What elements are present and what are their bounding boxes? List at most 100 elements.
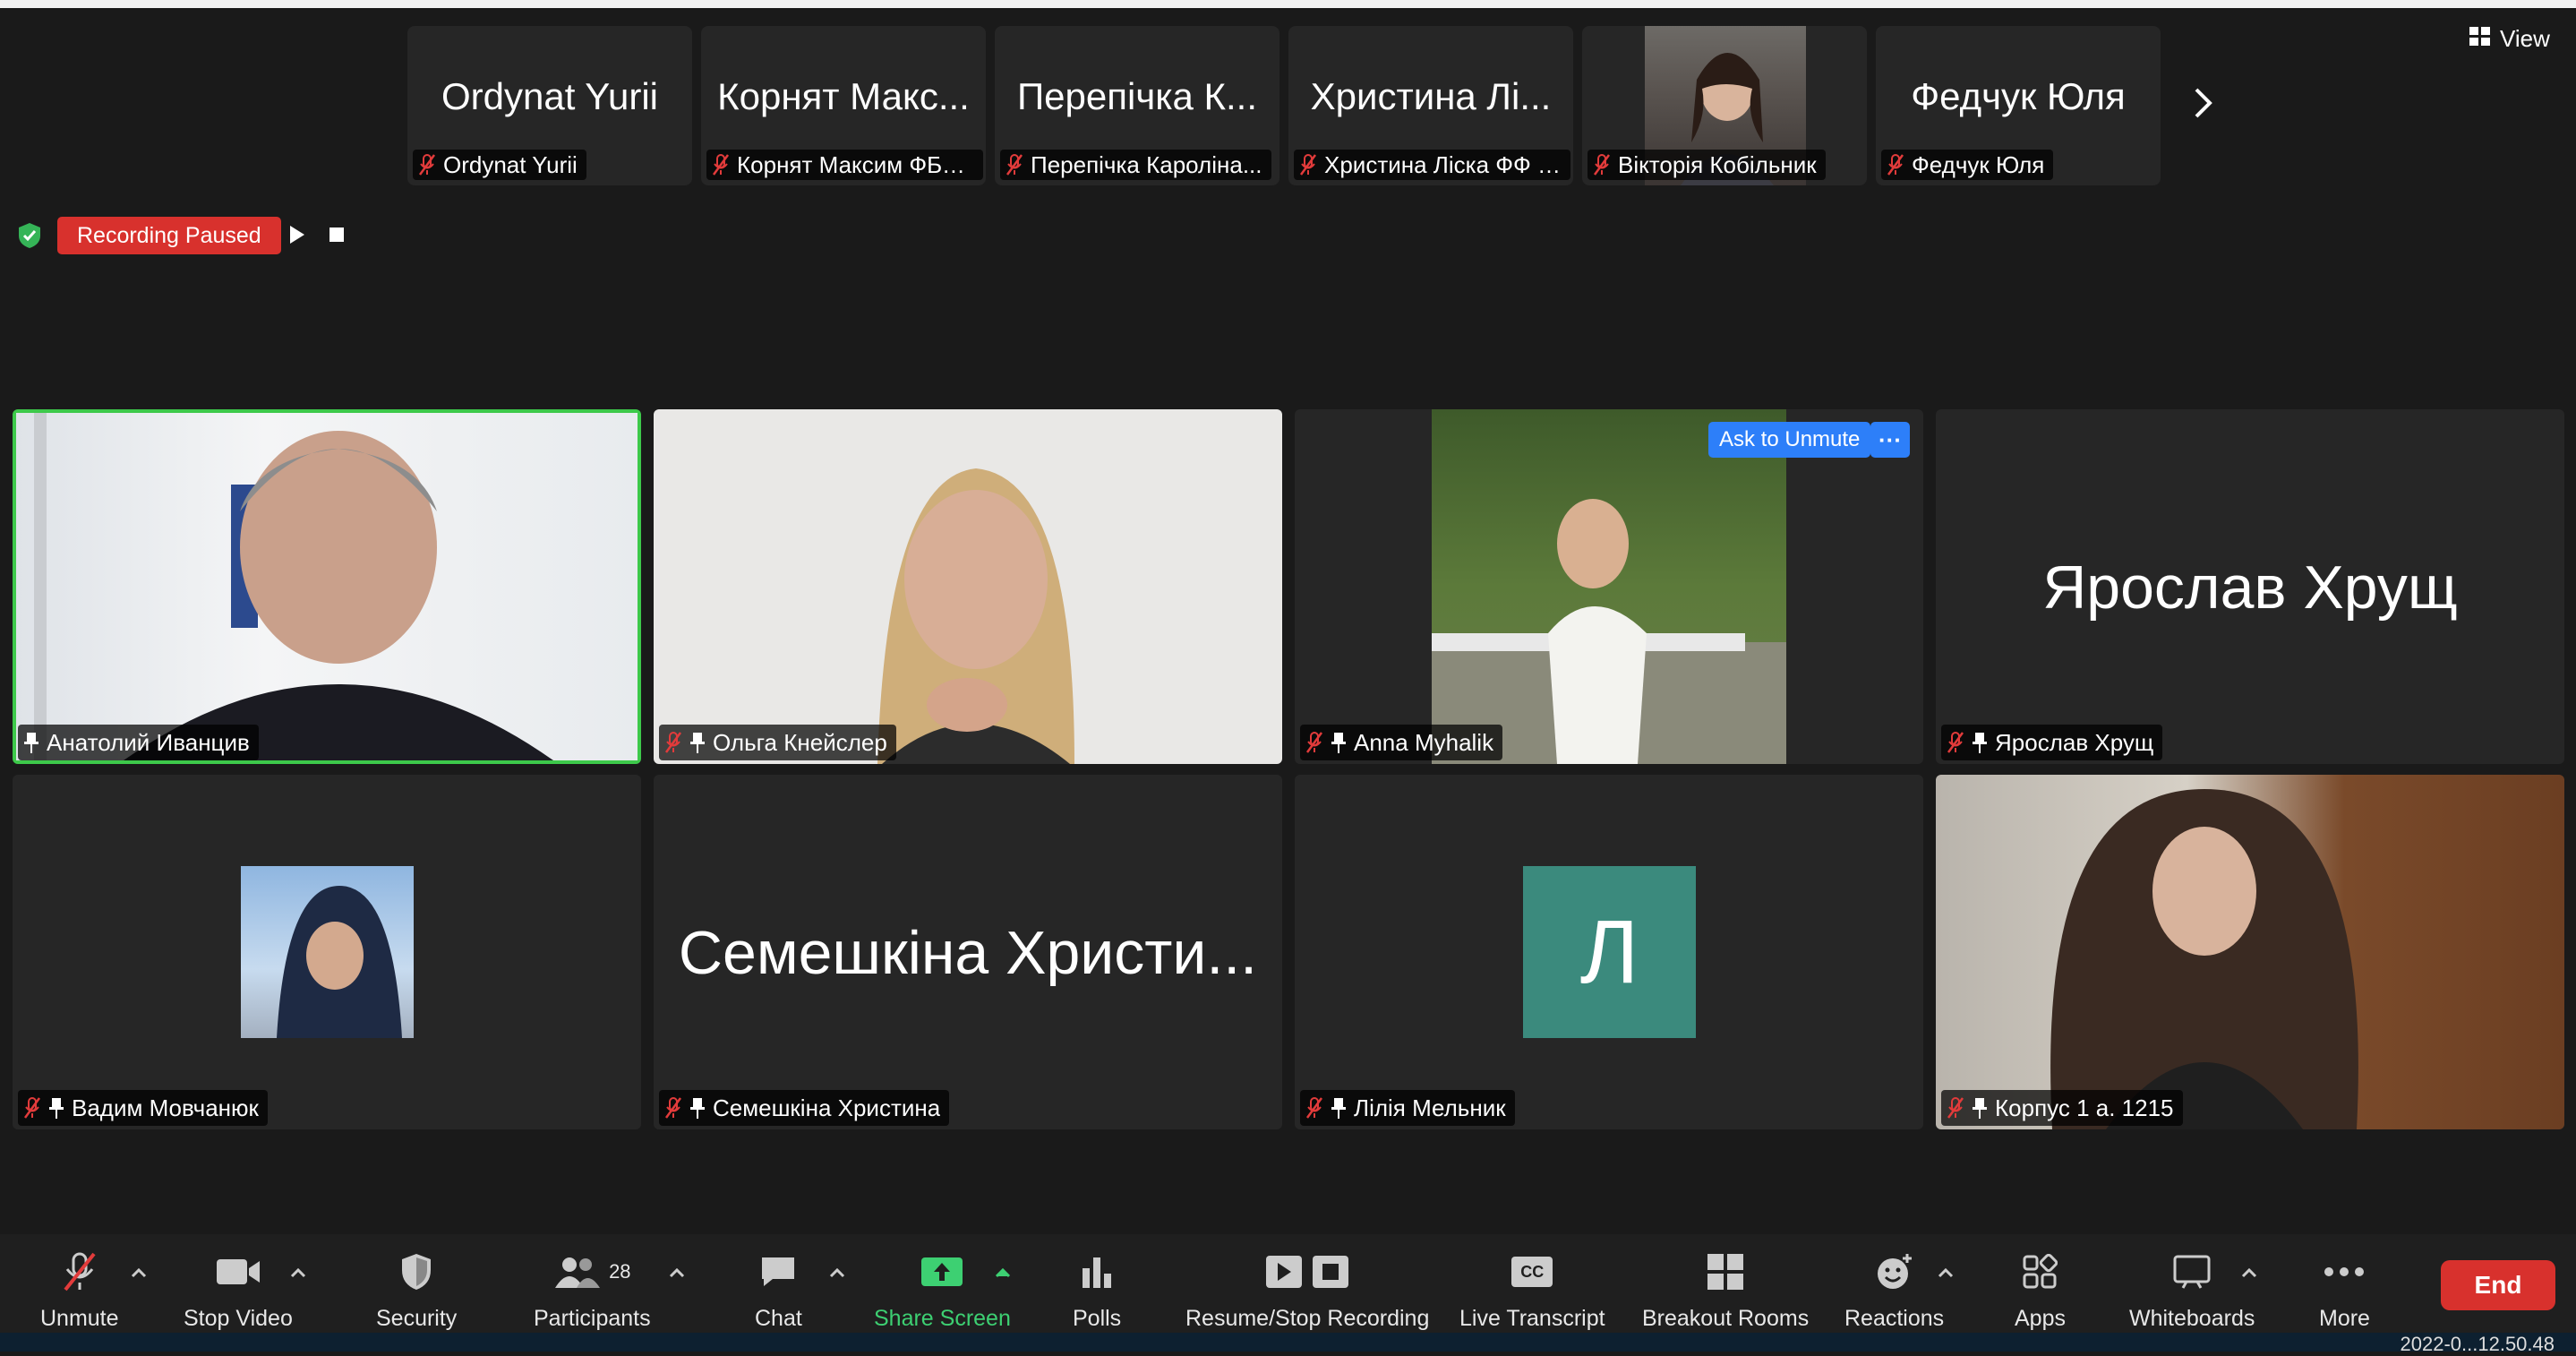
- ask-to-unmute-button[interactable]: Ask to Unmute: [1708, 422, 1871, 458]
- muted-mic-icon: [664, 731, 682, 754]
- pin-icon: [1972, 731, 1988, 754]
- stop-video-button[interactable]: Stop Video: [184, 1250, 293, 1332]
- video-tile-4[interactable]: Ярослав Хрущ Ярослав Хрущ: [1936, 409, 2564, 764]
- film-big-name: Ordynat Yurii: [441, 75, 658, 117]
- nameplate: Вадим Мовчанюк: [18, 1090, 268, 1126]
- film-thumb-2[interactable]: Корнят Макс... Корнят Максим ФБС...: [701, 26, 986, 185]
- participants-count: 28: [609, 1260, 631, 1283]
- breakout-rooms-label: Breakout Rooms: [1642, 1306, 1810, 1331]
- video-tile-8[interactable]: Корпус 1 а. 1215: [1936, 775, 2564, 1129]
- video-feed: [1936, 775, 2564, 1129]
- film-big-name: Христина Лі...: [1310, 75, 1552, 117]
- live-transcript-button[interactable]: CC Live Transcript: [1459, 1250, 1605, 1332]
- whiteboard-icon: [2172, 1250, 2212, 1293]
- chevron-right-icon[interactable]: [2185, 81, 2221, 125]
- video-tile-5[interactable]: Вадим Мовчанюк: [13, 775, 641, 1129]
- avatar-photo: [241, 866, 414, 1038]
- polls-label: Polls: [1073, 1306, 1122, 1331]
- share-screen-label: Share Screen: [874, 1306, 1011, 1331]
- participant-name: Вадим Мовчанюк: [72, 1094, 259, 1121]
- shield-check-icon[interactable]: [16, 222, 43, 249]
- muted-mic-icon: [62, 1250, 98, 1293]
- participant-name: Федчук Юля: [1912, 150, 2045, 178]
- participants-icon: 28: [553, 1250, 631, 1293]
- live-transcript-label: Live Transcript: [1459, 1306, 1605, 1331]
- video-tile-3[interactable]: Anna Myhalik: [1295, 409, 1923, 764]
- participant-big-name: Ярослав Хрущ: [2042, 554, 2458, 622]
- video-tile-1[interactable]: Анатолий Иванцив: [13, 409, 641, 764]
- film-thumb-5[interactable]: Вікторія Кобільник: [1582, 26, 1867, 185]
- chevron-up-icon[interactable]: [2240, 1266, 2258, 1279]
- participant-name: Ordynat Yurii: [443, 150, 578, 178]
- whiteboards-button[interactable]: Whiteboards: [2129, 1250, 2255, 1332]
- video-tile-2[interactable]: Ольга Кнейслер: [654, 409, 1282, 764]
- chevron-up-icon[interactable]: [994, 1266, 1012, 1279]
- film-big-name: Перепічка К...: [1016, 75, 1258, 117]
- more-options-button[interactable]: ···: [1870, 422, 1910, 458]
- participants-button[interactable]: 28 Participants: [534, 1250, 651, 1332]
- nameplate: Анатолий Иванцив: [18, 725, 259, 760]
- video-feed: [16, 413, 638, 760]
- participant-name: Анатолий Иванцив: [47, 728, 250, 756]
- film-thumb-4[interactable]: Христина Лі... Христина Ліска ФФ 41: [1288, 26, 1573, 185]
- muted-mic-icon: [1305, 1096, 1323, 1120]
- whiteboards-label: Whiteboards: [2129, 1306, 2255, 1331]
- nameplate: Семешкіна Христина: [659, 1090, 950, 1126]
- pin-icon: [1331, 731, 1347, 754]
- nameplate: Перепічка Кароліна...: [1000, 150, 1271, 180]
- muted-mic-icon: [1887, 153, 1904, 176]
- chat-bubble-icon: [758, 1250, 798, 1293]
- security-button[interactable]: Security: [376, 1250, 457, 1332]
- polls-button[interactable]: Polls: [1073, 1250, 1121, 1332]
- nameplate: Ordynat Yurii: [413, 150, 586, 180]
- reactions-button[interactable]: Reactions: [1844, 1250, 1944, 1332]
- chevron-up-icon[interactable]: [668, 1266, 686, 1279]
- pin-icon: [689, 731, 706, 754]
- share-screen-icon: [920, 1250, 964, 1293]
- unmute-button[interactable]: Unmute: [40, 1250, 119, 1332]
- nameplate: Корнят Максим ФБС...: [706, 150, 983, 180]
- more-label: More: [2319, 1306, 2370, 1331]
- cc-label: CC: [1511, 1257, 1553, 1287]
- security-label: Security: [376, 1306, 458, 1331]
- video-camera-icon: [215, 1250, 261, 1293]
- share-screen-button[interactable]: Share Screen: [874, 1250, 1011, 1332]
- participants-label: Participants: [534, 1306, 651, 1331]
- film-big-name: Корнят Макс...: [717, 75, 970, 117]
- chevron-up-icon[interactable]: [289, 1266, 307, 1279]
- participant-name: Корпус 1 а. 1215: [1995, 1094, 2174, 1121]
- chevron-up-icon[interactable]: [1937, 1266, 1955, 1279]
- resume-recording-play-icon[interactable]: [288, 224, 306, 245]
- film-thumb-1[interactable]: Ordynat Yurii Ordynat Yurii: [407, 26, 692, 185]
- end-meeting-button[interactable]: End: [2441, 1260, 2555, 1310]
- video-tile-6[interactable]: Семешкіна Христи... Семешкіна Христина: [654, 775, 1282, 1129]
- apps-button[interactable]: Apps: [2015, 1250, 2066, 1332]
- more-button[interactable]: More: [2319, 1250, 2370, 1332]
- film-thumb-6[interactable]: Федчук Юля Федчук Юля: [1876, 26, 2161, 185]
- video-feed: [654, 409, 1282, 764]
- nameplate: Ярослав Хрущ: [1941, 725, 2163, 760]
- recording-status-badge: Recording Paused: [57, 217, 281, 254]
- view-label: View: [2500, 25, 2550, 52]
- chat-button[interactable]: Chat: [755, 1250, 802, 1332]
- stop-recording-icon[interactable]: [328, 226, 346, 244]
- apps-icon: [2022, 1250, 2058, 1293]
- ellipsis-icon: [2324, 1250, 2365, 1293]
- muted-mic-icon: [1947, 1096, 1964, 1120]
- nameplate: Корпус 1 а. 1215: [1941, 1090, 2183, 1126]
- chevron-up-icon[interactable]: [130, 1266, 148, 1279]
- pin-icon: [1972, 1096, 1988, 1120]
- desktop-wallpaper-strip: 2022-0...12.50.48: [0, 1333, 2576, 1355]
- muted-mic-icon: [1305, 731, 1323, 754]
- chevron-up-icon[interactable]: [828, 1266, 846, 1279]
- film-thumb-3[interactable]: Перепічка К... Перепічка Кароліна...: [995, 26, 1279, 185]
- resume-stop-recording-button[interactable]: Resume/Stop Recording: [1185, 1250, 1429, 1332]
- muted-mic-icon: [664, 1096, 682, 1120]
- polls-bar-chart-icon: [1079, 1250, 1115, 1293]
- apps-label: Apps: [2015, 1306, 2066, 1331]
- participant-name: Семешкіна Христина: [713, 1094, 941, 1121]
- breakout-rooms-button[interactable]: Breakout Rooms: [1642, 1250, 1809, 1332]
- pin-icon: [1331, 1096, 1347, 1120]
- view-button[interactable]: View: [2469, 25, 2550, 53]
- muted-mic-icon: [23, 1096, 41, 1120]
